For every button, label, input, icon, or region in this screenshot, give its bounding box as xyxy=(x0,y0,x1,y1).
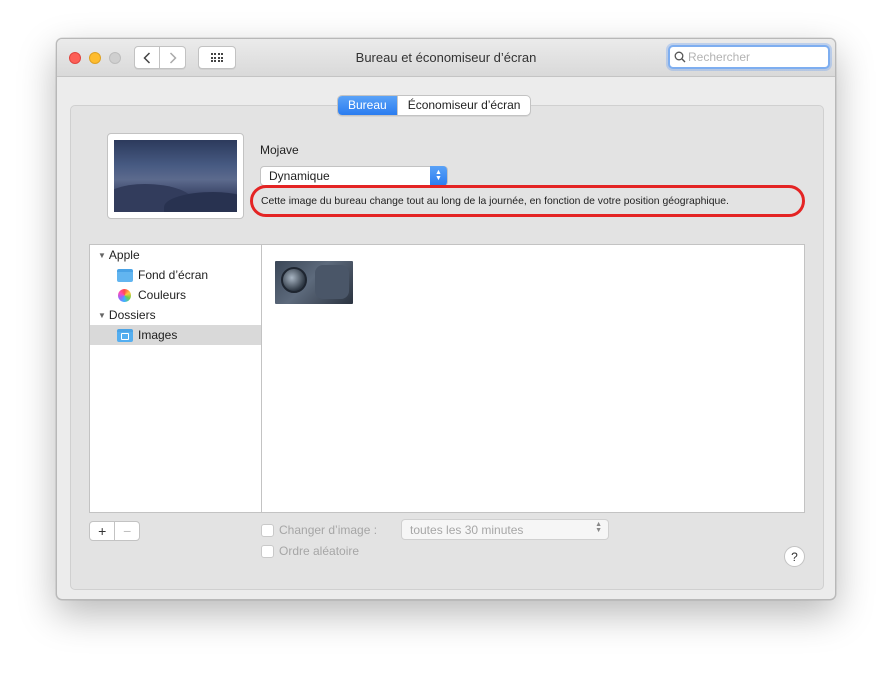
change-image-checkbox[interactable] xyxy=(261,523,274,537)
help-button[interactable]: ? xyxy=(784,546,805,567)
title-bar: Bureau et économiseur d’écran xyxy=(57,39,835,77)
disclosure-triangle-icon[interactable]: ▼ xyxy=(98,251,106,260)
search-input[interactable] xyxy=(688,50,818,64)
add-folder-button[interactable]: + xyxy=(90,522,114,540)
source-list: ▼ Apple Fond d’écran Couleurs ▼ Dossiers… xyxy=(89,244,262,513)
mode-select[interactable]: Dynamique ▲ ▼ xyxy=(260,166,448,186)
change-image-label: Changer d’image : xyxy=(279,523,378,537)
search-icon xyxy=(674,51,686,63)
interval-value: toutes les 30 minutes xyxy=(410,522,524,537)
sidebar-item-label: Couleurs xyxy=(138,288,187,302)
group-apple[interactable]: ▼ Apple xyxy=(90,245,262,265)
search-field[interactable] xyxy=(668,45,830,69)
description-highlight: Cette image du bureau change tout au lon… xyxy=(250,185,805,217)
updown-arrows-icon: ▲ ▼ xyxy=(430,166,447,186)
interval-select[interactable]: toutes les 30 minutes ▲ ▼ xyxy=(401,519,609,540)
tab-bar: Bureau Économiseur d’écran xyxy=(337,95,532,116)
sidebar-item-label: Images xyxy=(138,328,178,342)
color-wheel-icon xyxy=(118,288,131,302)
add-remove-control: + − xyxy=(89,521,140,541)
tab-screensaver[interactable]: Économiseur d’écran xyxy=(396,96,531,115)
mode-select-value: Dynamique xyxy=(269,169,330,183)
group-label: Apple xyxy=(108,248,140,262)
remove-folder-button[interactable]: − xyxy=(114,522,139,540)
sidebar-item-fond-ecran[interactable]: Fond d’écran xyxy=(90,265,262,285)
updown-arrows-icon: ▲ ▼ xyxy=(595,521,602,534)
wallpaper-description: Cette image du bureau change tout au lon… xyxy=(261,195,729,207)
random-order-option[interactable]: Ordre aléatoire xyxy=(261,544,359,558)
sidebar-item-label: Fond d’écran xyxy=(138,268,209,282)
disclosure-triangle-icon[interactable]: ▼ xyxy=(98,311,106,320)
wallpaper-preview xyxy=(107,133,244,219)
mojave-preview-image xyxy=(114,140,237,212)
sidebar-item-couleurs[interactable]: Couleurs xyxy=(90,285,262,305)
change-image-option[interactable]: Changer d’image : xyxy=(261,523,377,537)
image-thumbnail[interactable] xyxy=(275,261,353,304)
wallpaper-name: Mojave xyxy=(260,143,299,157)
folder-icon xyxy=(117,268,133,282)
group-label: Dossiers xyxy=(108,308,156,322)
images-folder-icon xyxy=(117,328,133,342)
random-order-label: Ordre aléatoire xyxy=(279,544,360,558)
image-grid xyxy=(261,244,805,513)
tab-bureau[interactable]: Bureau xyxy=(338,96,397,115)
sidebar-item-images[interactable]: Images xyxy=(90,325,262,345)
preferences-window: Bureau et économiseur d’écran Bureau Éco… xyxy=(56,38,836,600)
random-order-checkbox[interactable] xyxy=(261,544,274,558)
group-dossiers[interactable]: ▼ Dossiers xyxy=(90,305,262,325)
